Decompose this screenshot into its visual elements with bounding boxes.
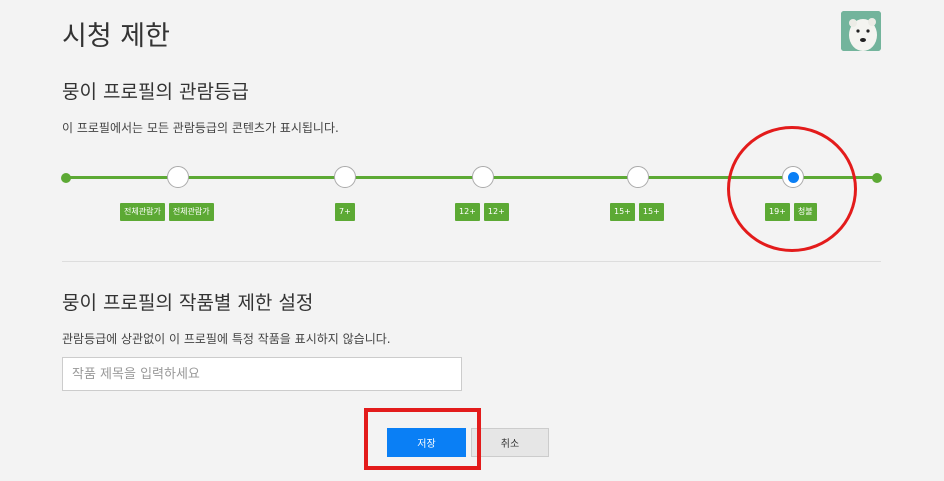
title-search-input[interactable]: [62, 357, 462, 391]
restriction-section-title: 뭉이 프로필의 작품별 제한 설정: [62, 292, 314, 314]
track-start-dot: [61, 173, 71, 183]
selected-dot: [788, 172, 799, 183]
rating-badge: 전체관람가: [168, 203, 214, 221]
cancel-button[interactable]: 취소: [471, 428, 549, 457]
rating-badge: 7+: [335, 203, 355, 221]
track-end-dot: [872, 173, 882, 183]
rating-badge: 15+: [610, 203, 635, 221]
restriction-section-description: 관람등급에 상관없이 이 프로필에 특정 작품을 표시하지 않습니다.: [62, 332, 391, 346]
rating-badge: 전체관람가: [120, 203, 165, 221]
rating-badge: 15+: [638, 203, 664, 221]
rating-badge: 청불: [793, 203, 817, 221]
save-button[interactable]: 저장: [387, 428, 466, 457]
rating-badges-12: 12+ 12+: [455, 203, 509, 221]
rating-badges-15: 15+ 15+: [610, 203, 664, 221]
rating-node-15[interactable]: [627, 166, 649, 188]
rating-slider[interactable]: 전체관람가 전체관람가 7+ 12+ 12+ 15+ 15+ 19+ 청불: [0, 0, 944, 481]
rating-node-12[interactable]: [472, 166, 494, 188]
rating-badge: 12+: [483, 203, 509, 221]
rating-node-all[interactable]: [167, 166, 189, 188]
rating-badge: 19+: [765, 203, 790, 221]
rating-badges-all: 전체관람가 전체관람가: [120, 203, 214, 221]
section-divider: [62, 261, 881, 262]
rating-badge: 12+: [455, 203, 480, 221]
rating-node-19[interactable]: [782, 166, 804, 188]
rating-node-7[interactable]: [334, 166, 356, 188]
rating-badges-19: 19+ 청불: [765, 203, 817, 221]
rating-badges-7: 7+: [335, 203, 355, 221]
